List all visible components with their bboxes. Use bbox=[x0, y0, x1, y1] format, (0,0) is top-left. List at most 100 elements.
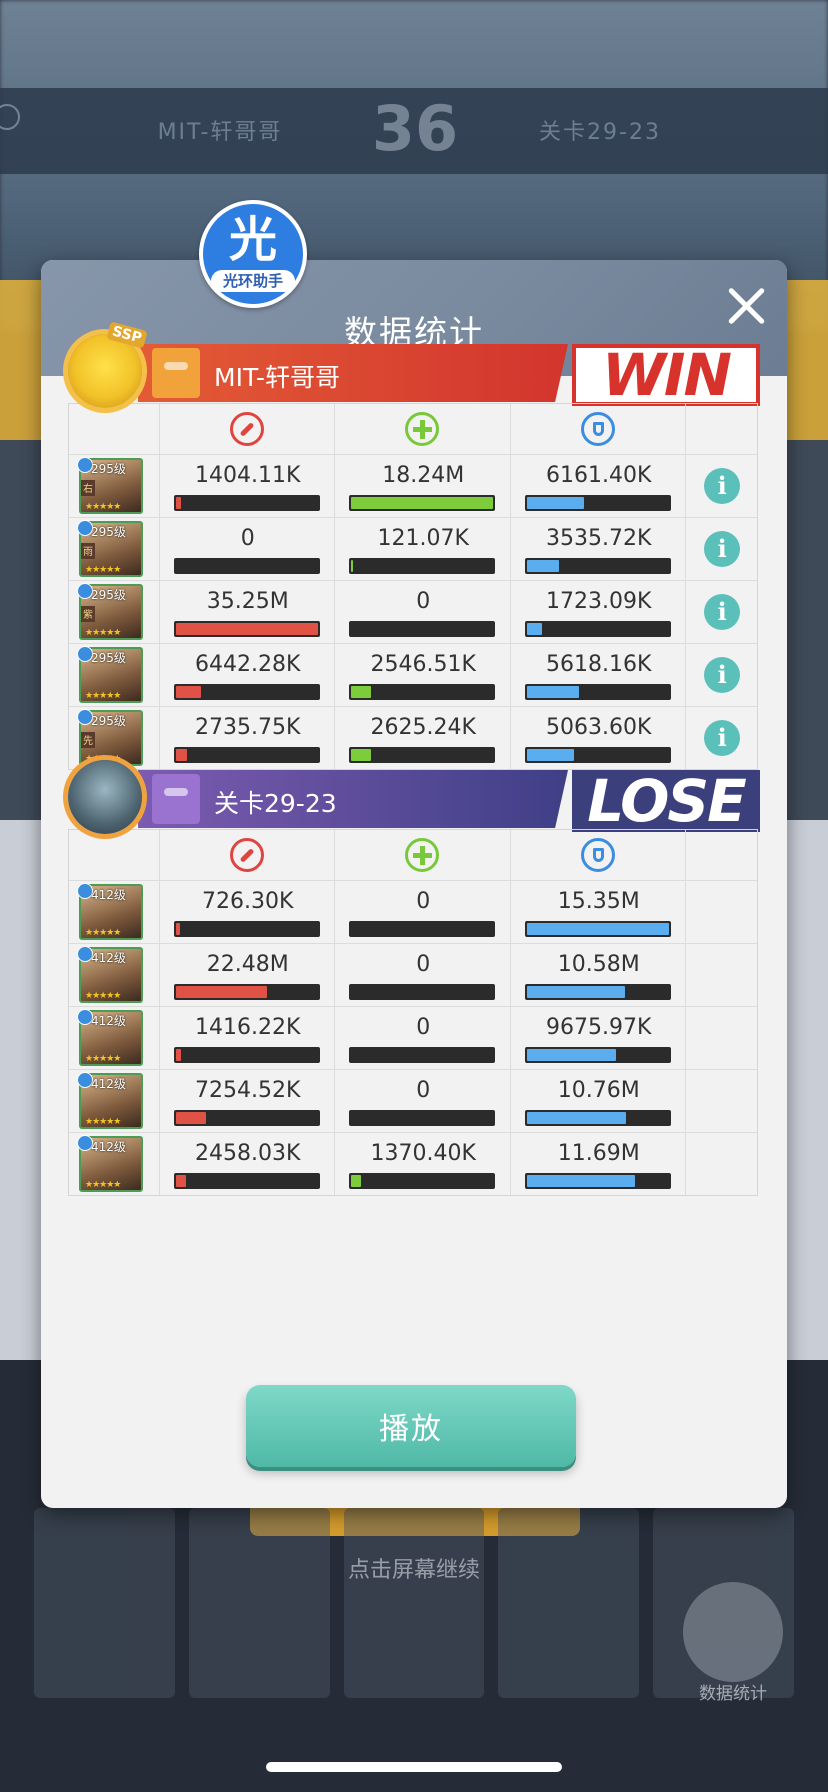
star-rating-icon: ★★★★★ bbox=[85, 691, 121, 701]
header-hero-cell bbox=[69, 830, 159, 880]
heal-cell: 18.24M bbox=[334, 455, 509, 517]
damage-bar-fill bbox=[175, 986, 267, 998]
shield-bar-fill bbox=[526, 749, 574, 761]
background-left-player: MIT-轩哥哥 bbox=[157, 120, 283, 145]
shield-cell: 1723.09K bbox=[509, 581, 685, 643]
heal-cell: 0 bbox=[334, 944, 509, 1006]
info-cell bbox=[685, 944, 757, 1006]
hero-portrait[interactable]: 412级 ★★★★★ bbox=[77, 1072, 143, 1129]
shield-bar-fill bbox=[526, 686, 580, 698]
info-icon[interactable]: i bbox=[704, 720, 741, 756]
result-text: LOSE bbox=[587, 767, 747, 835]
hero-cell: 412级 ★★★★★ bbox=[69, 1133, 159, 1195]
damage-value: 22.48M bbox=[206, 952, 289, 977]
star-rating-icon: ★★★★★ bbox=[85, 1054, 121, 1064]
info-icon[interactable]: i bbox=[704, 468, 741, 504]
hero-row: 412级 ★★★★★ 726.30K 0 15.35M bbox=[69, 880, 757, 943]
hero-portrait[interactable]: 295级紫 ★★★★★ bbox=[77, 583, 143, 640]
heal-value: 2625.24K bbox=[370, 715, 476, 740]
damage-value: 1404.11K bbox=[195, 463, 301, 488]
info-icon[interactable]: i bbox=[704, 594, 741, 630]
info-icon[interactable]: i bbox=[704, 531, 741, 567]
shield-value: 11.69M bbox=[557, 1141, 640, 1166]
damage-bar bbox=[173, 1047, 320, 1063]
heal-cell: 1370.40K bbox=[334, 1133, 509, 1195]
hero-tag: 雨 bbox=[81, 543, 95, 559]
plus-icon bbox=[405, 838, 440, 872]
damage-cell: 22.48M bbox=[158, 944, 334, 1006]
damage-cell: 0 bbox=[158, 518, 334, 580]
star-rating-icon: ★★★★★ bbox=[85, 1180, 121, 1190]
info-icon[interactable]: i bbox=[704, 657, 741, 693]
hero-portrait[interactable]: 295级 ★★★★★ bbox=[77, 646, 143, 703]
shield-icon bbox=[580, 838, 615, 872]
hero-cell: 295级紫 ★★★★★ bbox=[69, 581, 159, 643]
star-rating-icon: ★★★★★ bbox=[85, 628, 121, 638]
damage-bar-fill bbox=[175, 623, 318, 635]
heal-bar bbox=[349, 621, 496, 637]
team-banner-lose: 关卡29-23 LOSE bbox=[68, 760, 760, 835]
header-heal-cell bbox=[334, 404, 509, 454]
hero-portrait[interactable]: 295级先 ★★★★★ bbox=[77, 709, 143, 766]
info-cell bbox=[685, 1007, 757, 1069]
hero-row: 295级紫 ★★★★★ 35.25M 0 1723.09K i bbox=[69, 580, 757, 643]
damage-bar-fill bbox=[175, 497, 182, 509]
damage-value: 0 bbox=[240, 526, 255, 551]
guild-emblem-icon bbox=[152, 774, 200, 824]
team-name: MIT-轩哥哥 bbox=[214, 363, 340, 392]
data-stats-button[interactable]: 数据统计 bbox=[683, 1582, 783, 1704]
damage-cell: 2458.03K bbox=[158, 1133, 334, 1195]
hero-portrait[interactable]: 412级 ★★★★★ bbox=[77, 1009, 143, 1066]
guild-emblem-icon bbox=[152, 348, 200, 398]
shield-bar-fill bbox=[526, 1049, 617, 1061]
hero-tag: 右 bbox=[81, 480, 95, 496]
heal-bar-fill bbox=[351, 560, 353, 572]
background-card bbox=[343, 1508, 485, 1698]
heal-value: 0 bbox=[416, 1078, 431, 1103]
damage-bar bbox=[173, 747, 320, 763]
result-text: WIN bbox=[601, 341, 732, 409]
damage-bar bbox=[173, 558, 320, 574]
heal-bar-fill bbox=[351, 749, 372, 761]
shield-cell: 5063.60K bbox=[509, 707, 685, 769]
result-badge: WIN bbox=[572, 341, 760, 409]
shield-bar-fill bbox=[526, 986, 625, 998]
hero-portrait[interactable]: 295级右 ★★★★★ bbox=[77, 457, 143, 514]
info-cell bbox=[685, 881, 757, 943]
play-button[interactable]: 播放 bbox=[246, 1385, 576, 1467]
shield-bar-fill bbox=[526, 497, 584, 509]
damage-value: 6442.28K bbox=[195, 652, 301, 677]
shield-value: 15.35M bbox=[557, 889, 640, 914]
shield-bar bbox=[524, 1047, 671, 1063]
damage-bar-fill bbox=[175, 749, 188, 761]
helper-badge-char: 光 bbox=[228, 212, 277, 268]
header-shield-cell bbox=[509, 404, 685, 454]
hero-row: 295级右 ★★★★★ 1404.11K 18.24M 6161.40K i bbox=[69, 454, 757, 517]
damage-bar bbox=[173, 1110, 320, 1126]
heal-bar-fill bbox=[351, 1175, 362, 1187]
hero-tag: 紫 bbox=[81, 606, 95, 622]
helper-badge-label: 光环助手 bbox=[211, 270, 295, 292]
header-damage-cell bbox=[158, 404, 334, 454]
stats-header-row bbox=[69, 404, 757, 454]
hero-portrait[interactable]: 412级 ★★★★★ bbox=[77, 883, 143, 940]
damage-value: 35.25M bbox=[206, 589, 289, 614]
shield-cell: 3535.72K bbox=[509, 518, 685, 580]
helper-badge[interactable]: 光 光环助手 bbox=[199, 200, 307, 308]
shield-cell: 9675.97K bbox=[509, 1007, 685, 1069]
header-info-cell bbox=[685, 404, 757, 454]
hero-portrait[interactable]: 412级 ★★★★★ bbox=[77, 1135, 143, 1192]
damage-cell: 2735.75K bbox=[158, 707, 334, 769]
shield-bar-fill bbox=[526, 1175, 635, 1187]
close-icon[interactable] bbox=[724, 284, 768, 328]
hero-level: 295级 bbox=[91, 462, 126, 476]
hero-portrait[interactable]: 295级雨 ★★★★★ bbox=[77, 520, 143, 577]
heal-bar bbox=[349, 558, 496, 574]
home-indicator[interactable] bbox=[266, 1762, 562, 1772]
hero-cell: 295级 ★★★★★ bbox=[69, 644, 159, 706]
shield-icon bbox=[580, 412, 615, 446]
header-info-cell bbox=[685, 830, 757, 880]
sword-icon bbox=[229, 838, 264, 872]
hero-portrait[interactable]: 412级 ★★★★★ bbox=[77, 946, 143, 1003]
shield-bar bbox=[524, 1173, 671, 1189]
